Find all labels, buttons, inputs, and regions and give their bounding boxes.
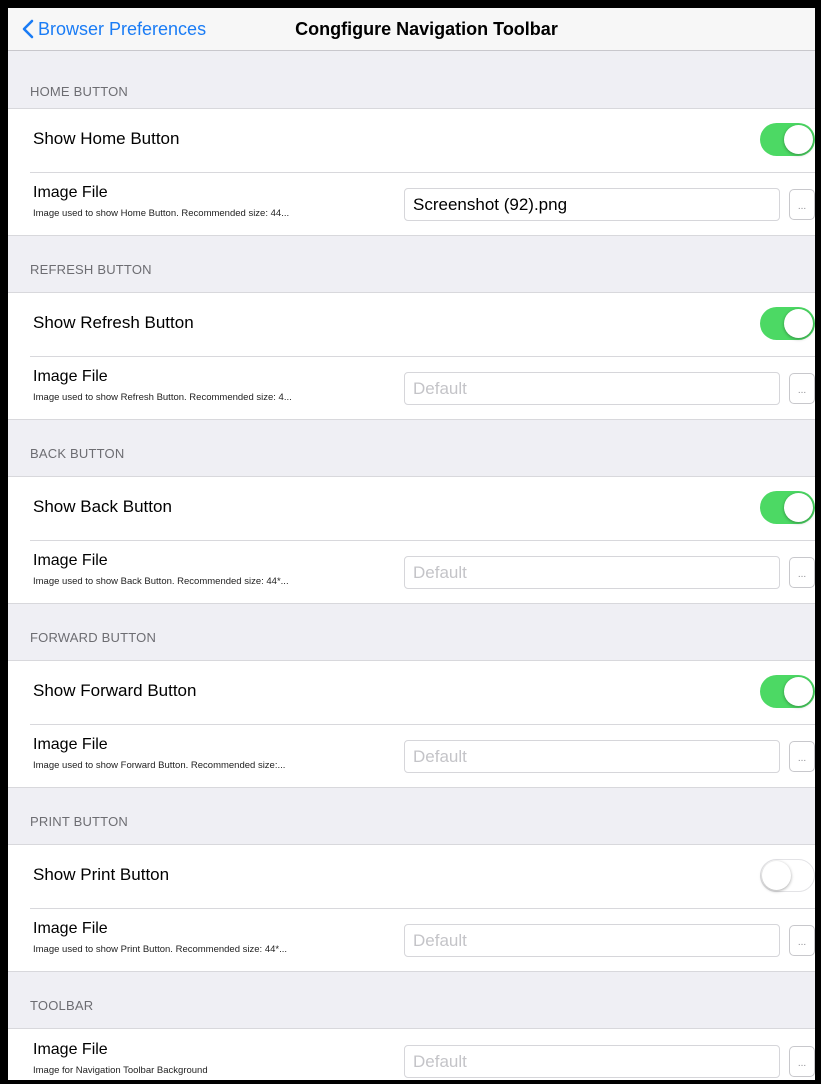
section-header-print: PRINT BUTTON	[30, 814, 128, 829]
show-refresh-button-toggle[interactable]	[760, 307, 815, 340]
image-file-title: Image File	[33, 552, 108, 569]
print-image-file-input[interactable]	[404, 924, 780, 957]
refresh-image-browse-button[interactable]: ...	[789, 373, 815, 404]
forward-image-browse-button[interactable]: ...	[789, 741, 815, 772]
toggle-row-home: Show Home Button	[8, 109, 815, 172]
back-image-file-input[interactable]	[404, 556, 780, 589]
image-file-title: Image File	[33, 1041, 108, 1058]
show-home-button-toggle[interactable]	[760, 123, 815, 156]
toggle-knob	[784, 125, 813, 154]
show-forward-button-toggle[interactable]	[760, 675, 815, 708]
image-file-description: Image used to show Refresh Button. Recom…	[33, 392, 292, 403]
image-file-row-refresh: Image File Image used to show Refresh Bu…	[8, 356, 815, 419]
section-group-home: Show Home Button Image File Image used t…	[8, 108, 815, 236]
toggle-row-back: Show Back Button	[8, 477, 815, 540]
toggle-row-print: Show Print Button	[8, 845, 815, 908]
toolbar-background-image-input[interactable]	[404, 1045, 780, 1078]
image-file-description: Image for Navigation Toolbar Background	[33, 1065, 208, 1076]
refresh-image-file-input[interactable]	[404, 372, 780, 405]
image-file-title: Image File	[33, 184, 108, 201]
image-file-title: Image File	[33, 736, 108, 753]
settings-screen: Browser Preferences Congfigure Navigatio…	[8, 8, 815, 1080]
image-file-title: Image File	[33, 368, 108, 385]
toggle-knob	[784, 677, 813, 706]
image-file-title: Image File	[33, 920, 108, 937]
section-header-toolbar: TOOLBAR	[30, 998, 94, 1013]
back-image-browse-button[interactable]: ...	[789, 557, 815, 588]
forward-image-file-input[interactable]	[404, 740, 780, 773]
section-group-forward: Show Forward Button Image File Image use…	[8, 660, 815, 788]
toggle-row-forward: Show Forward Button	[8, 661, 815, 724]
image-file-row-back: Image File Image used to show Back Butto…	[8, 540, 815, 603]
section-group-print: Show Print Button Image File Image used …	[8, 844, 815, 972]
image-file-row-home: Image File Image used to show Home Butto…	[8, 172, 815, 235]
home-image-file-input[interactable]	[404, 188, 780, 221]
page-title: Congfigure Navigation Toolbar	[295, 19, 558, 39]
toggle-label-home: Show Home Button	[33, 129, 180, 148]
image-file-row-print: Image File Image used to show Print Butt…	[8, 908, 815, 971]
show-back-button-toggle[interactable]	[760, 491, 815, 524]
section-group-toolbar: Image File Image for Navigation Toolbar …	[8, 1028, 815, 1080]
navigation-bar: Browser Preferences Congfigure Navigatio…	[8, 8, 815, 51]
section-header-forward: FORWARD BUTTON	[30, 630, 157, 645]
image-file-description: Image used to show Back Button. Recommen…	[33, 576, 289, 587]
image-file-description: Image used to show Forward Button. Recom…	[33, 760, 286, 771]
toggle-row-refresh: Show Refresh Button	[8, 293, 815, 356]
image-file-row-toolbar: Image File Image for Navigation Toolbar …	[8, 1029, 815, 1080]
toggle-label-refresh: Show Refresh Button	[33, 313, 194, 332]
toggle-label-print: Show Print Button	[33, 865, 170, 884]
toggle-knob	[784, 309, 813, 338]
print-image-browse-button[interactable]: ...	[789, 925, 815, 956]
section-group-back: Show Back Button Image File Image used t…	[8, 476, 815, 604]
section-header-refresh: REFRESH BUTTON	[30, 262, 152, 277]
image-file-description: Image used to show Home Button. Recommen…	[33, 208, 290, 219]
home-image-browse-button[interactable]: ...	[789, 189, 815, 220]
section-group-refresh: Show Refresh Button Image File Image use…	[8, 292, 815, 420]
image-file-row-forward: Image File Image used to show Forward Bu…	[8, 724, 815, 787]
image-file-description: Image used to show Print Button. Recomme…	[33, 944, 287, 955]
toolbar-background-browse-button[interactable]: ...	[789, 1046, 815, 1077]
toggle-label-forward: Show Forward Button	[33, 681, 197, 700]
toggle-knob	[784, 493, 813, 522]
toggle-knob	[762, 861, 791, 890]
section-header-home: HOME BUTTON	[30, 84, 129, 99]
show-print-button-toggle[interactable]	[760, 859, 815, 892]
toggle-label-back: Show Back Button	[33, 497, 172, 516]
section-header-back: BACK BUTTON	[30, 446, 125, 461]
